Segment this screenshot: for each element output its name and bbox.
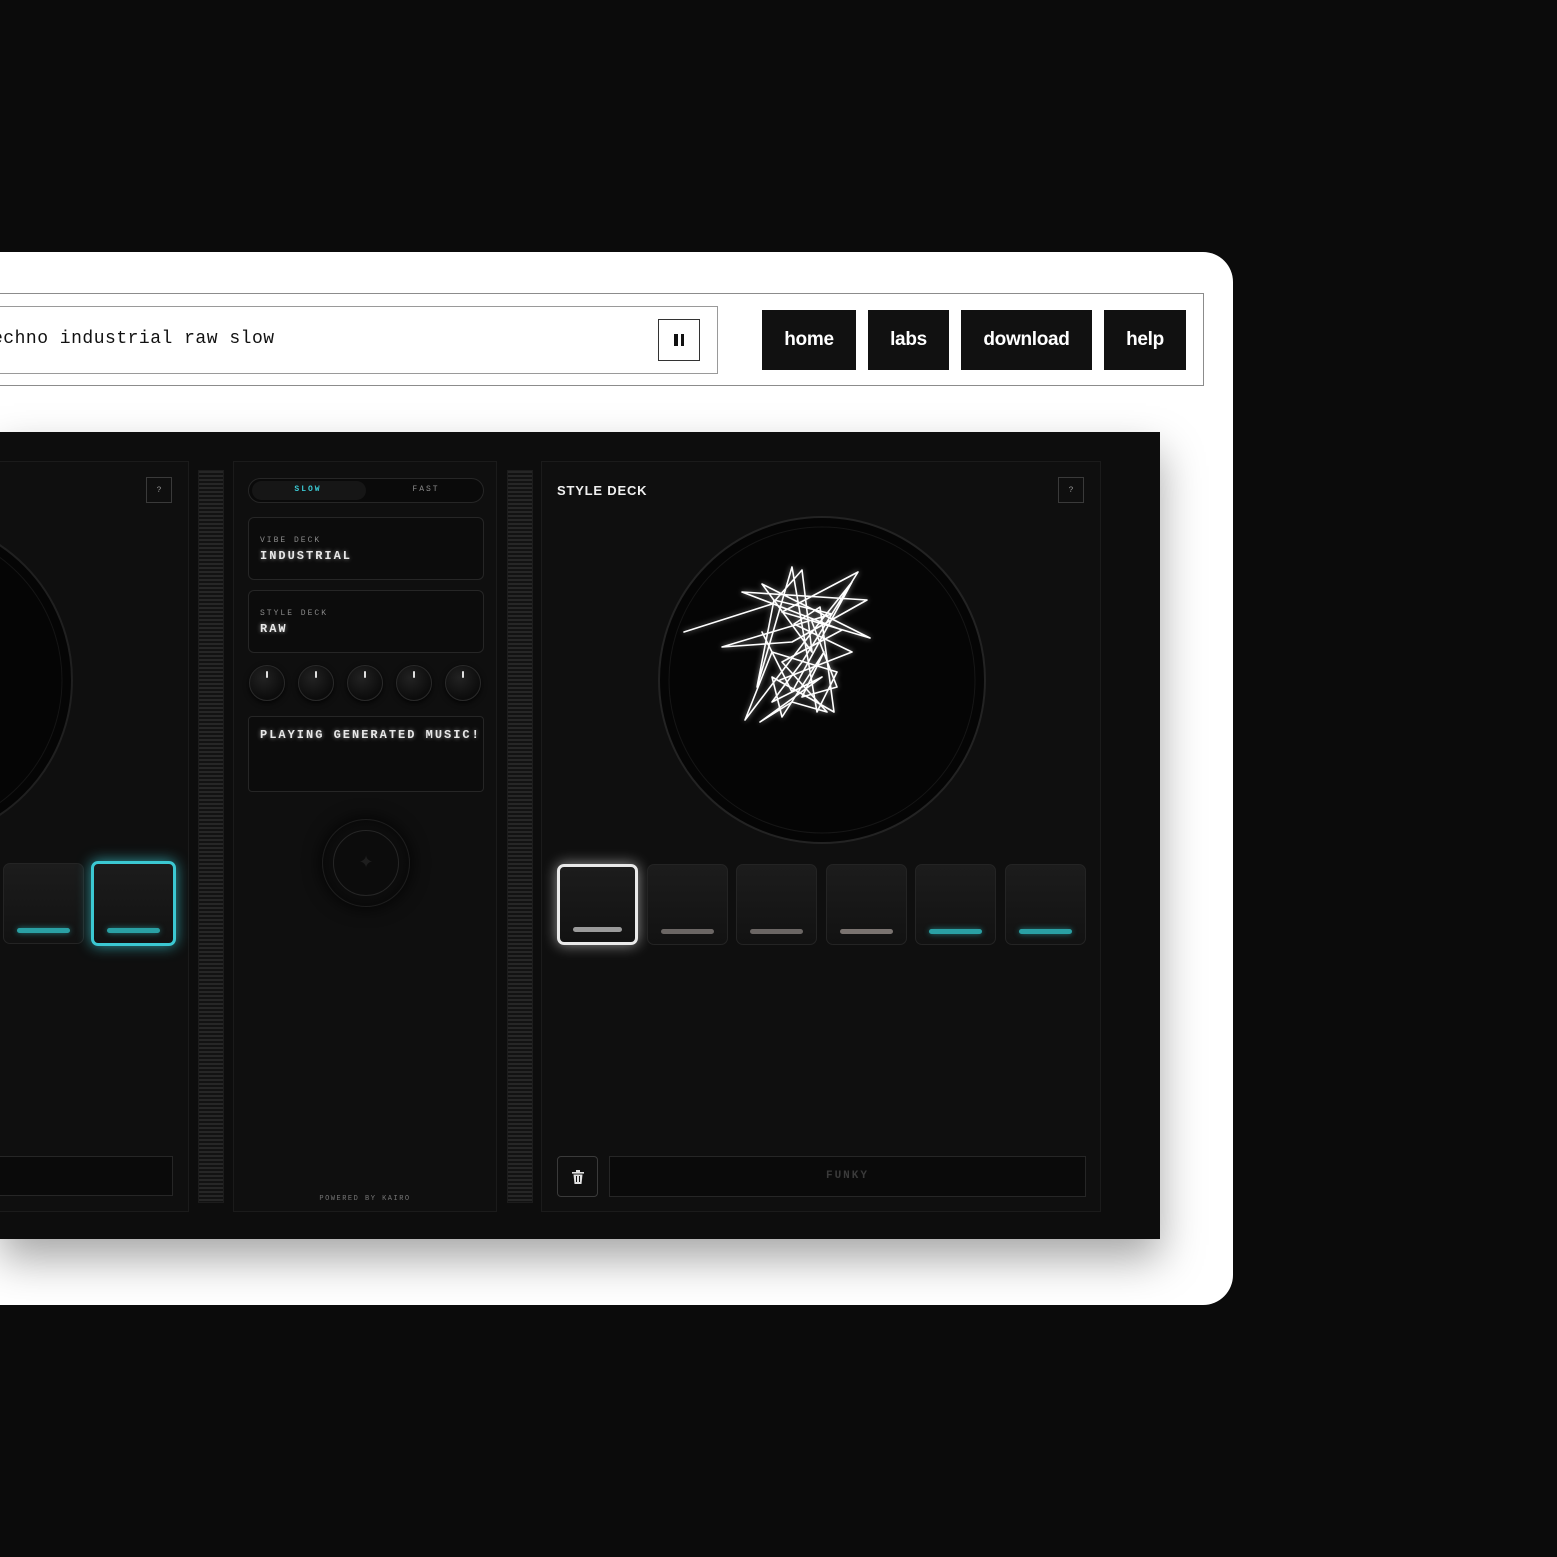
tempo-switch[interactable]: SLOW FAST	[248, 478, 484, 503]
style-pad-4[interactable]	[826, 864, 907, 945]
status-display: PLAYING GENERATED MUSIC!	[248, 716, 484, 792]
nav-help-button[interactable]: help	[1104, 310, 1186, 370]
style-deck-display-value: RAW	[260, 622, 288, 636]
powered-by-label: POWERED BY KAIRO	[319, 1195, 411, 1203]
style-deck-display-label: STYLE DECK	[260, 609, 329, 618]
dj-console: ? SLOW FAST VIBE DECK INDUSTRIAL STYLE D…	[0, 432, 1160, 1239]
style-deck-platter[interactable]	[652, 512, 992, 852]
sparkle-icon: ✦	[358, 852, 374, 872]
mixer-knob-4[interactable]	[396, 665, 432, 701]
style-pad-5[interactable]	[915, 864, 996, 945]
style-pad-3[interactable]	[736, 864, 817, 945]
vibe-deck-input[interactable]	[0, 1156, 173, 1196]
pad-led	[661, 929, 714, 934]
vibe-deck-panel: ?	[0, 461, 189, 1212]
tempo-slow-option[interactable]: SLOW	[249, 485, 367, 494]
style-deck-display: STYLE DECK RAW	[248, 590, 484, 653]
pad-led	[107, 928, 160, 933]
mixer-knob-3[interactable]	[347, 665, 383, 701]
pad-led	[750, 929, 803, 934]
prompt-field[interactable]: echno industrial raw slow	[0, 306, 718, 374]
delete-button[interactable]	[557, 1156, 598, 1197]
style-deck-input-placeholder: FUNKY	[825, 1170, 869, 1182]
pad-led	[1019, 929, 1072, 934]
nav-labs-button[interactable]: labs	[868, 310, 949, 370]
prompt-input[interactable]: echno industrial raw slow	[0, 329, 275, 349]
style-pad-2[interactable]	[647, 864, 728, 945]
pause-icon	[674, 334, 678, 346]
nav-home-button[interactable]: home	[762, 310, 856, 370]
app-window: echno industrial raw slow home labs down…	[0, 252, 1233, 1305]
vibe-deck-platter[interactable]	[0, 512, 80, 852]
mixer-knob-2[interactable]	[298, 665, 334, 701]
speaker-grill-right	[507, 470, 533, 1203]
mixer-knob-1[interactable]	[249, 665, 285, 701]
vibe-deck-display-value: INDUSTRIAL	[260, 549, 353, 563]
style-pad-1[interactable]	[557, 864, 638, 945]
speaker-grill-left	[198, 470, 224, 1203]
style-deck-panel: STYLE DECK ? FUNKY	[541, 461, 1101, 1212]
generate-button[interactable]: ✦	[322, 819, 410, 907]
nav-download-button[interactable]: download	[961, 310, 1092, 370]
vibe-deck-help-button[interactable]: ?	[146, 477, 172, 503]
style-deck-input[interactable]: FUNKY	[609, 1156, 1086, 1197]
style-deck-help-button[interactable]: ?	[1058, 477, 1084, 503]
vibe-pad[interactable]	[3, 863, 84, 944]
pad-led	[840, 929, 893, 934]
status-text: PLAYING GENERATED MUSIC!	[260, 728, 481, 742]
trash-icon	[571, 1169, 584, 1184]
vibe-deck-display: VIBE DECK INDUSTRIAL	[248, 517, 484, 580]
top-bar: echno industrial raw slow home labs down…	[0, 293, 1204, 386]
pad-led	[17, 928, 70, 933]
style-deck-title: STYLE DECK	[557, 483, 648, 498]
mixer-knob-5[interactable]	[445, 665, 481, 701]
vibe-pad-active[interactable]	[91, 861, 176, 946]
pad-led	[929, 929, 982, 934]
pause-button[interactable]	[658, 319, 700, 361]
tempo-fast-option[interactable]: FAST	[367, 485, 485, 494]
pad-led	[573, 927, 622, 932]
vibe-deck-display-label: VIBE DECK	[260, 536, 322, 545]
mixer-panel: SLOW FAST VIBE DECK INDUSTRIAL STYLE DEC…	[233, 461, 497, 1212]
style-pad-6[interactable]	[1005, 864, 1086, 945]
